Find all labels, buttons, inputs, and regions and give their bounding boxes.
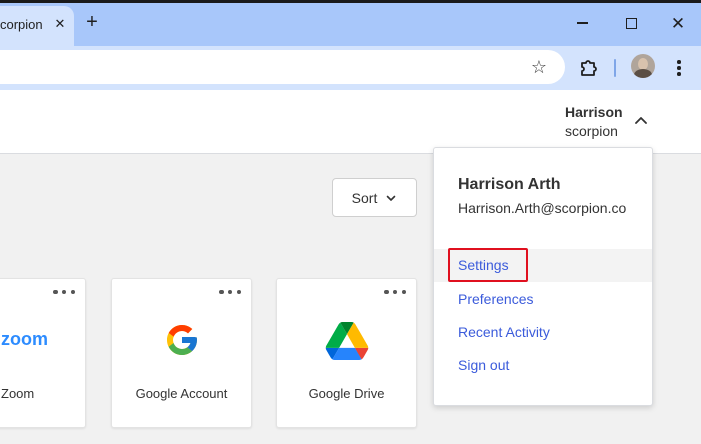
browser-toolbar: ☆ (0, 46, 701, 90)
zoom-logo: zoom (1, 329, 48, 349)
window-top-border (0, 0, 701, 3)
sort-button[interactable]: Sort (332, 178, 417, 217)
sort-label: Sort (351, 189, 378, 206)
chevron-down-icon (387, 195, 396, 201)
app-header: Harrison scorpion (0, 90, 701, 154)
new-tab-button[interactable]: + (81, 11, 103, 33)
app-card-google-account[interactable]: Google Account (111, 278, 252, 428)
menu-item-settings[interactable]: Settings (434, 249, 652, 282)
card-more-icon[interactable] (219, 289, 241, 295)
menu-dot (677, 72, 681, 76)
menu-item-recent-activity[interactable]: Recent Activity (434, 316, 652, 349)
close-icon: ✕ (670, 13, 686, 33)
minimize-button[interactable] (568, 9, 596, 37)
browser-tab-strip: corpion ✕ + ✕ (0, 0, 701, 46)
minimize-icon (576, 22, 588, 24)
chevron-up-icon[interactable] (633, 112, 649, 128)
card-more-icon[interactable] (384, 289, 406, 295)
menu-item-preferences[interactable]: Preferences (434, 283, 652, 316)
bookmark-star-icon[interactable]: ☆ (528, 56, 550, 78)
header-user-org: scorpion (565, 123, 618, 139)
header-user-name: Harrison (565, 104, 623, 120)
address-bar[interactable]: ☆ (0, 50, 565, 84)
menu-dot (677, 66, 681, 70)
dropdown-user-name: Harrison Arth (458, 176, 561, 193)
user-dropdown-menu: Harrison Arth Harrison.Arth@scorpion.co … (433, 147, 653, 406)
card-label: Google Account (135, 386, 228, 401)
toolbar-separator (614, 59, 616, 77)
extensions-puzzle-icon[interactable] (578, 56, 600, 78)
maximize-button[interactable] (617, 9, 645, 37)
profile-avatar[interactable] (631, 54, 655, 78)
card-label: Google Drive (308, 386, 385, 401)
card-more-icon[interactable] (53, 289, 75, 295)
app-card-zoom[interactable]: zoom Zoom (0, 278, 86, 428)
menu-dot (677, 60, 681, 64)
window-close-button[interactable]: ✕ (664, 9, 692, 37)
app-card-google-drive[interactable]: Google Drive (276, 278, 417, 428)
dropdown-user-email: Harrison.Arth@scorpion.co (458, 200, 627, 216)
maximize-icon (625, 17, 637, 29)
tab-close-icon[interactable]: ✕ (52, 16, 68, 32)
browser-menu-icon[interactable] (670, 56, 688, 80)
tab-title: corpion (0, 17, 43, 32)
browser-tab[interactable]: corpion ✕ (0, 6, 74, 46)
google-logo-icon (167, 325, 197, 355)
card-label: Zoom (1, 386, 35, 401)
menu-item-sign-out[interactable]: Sign out (434, 349, 652, 382)
google-drive-logo-icon (325, 322, 369, 360)
avatar-body (634, 69, 652, 78)
